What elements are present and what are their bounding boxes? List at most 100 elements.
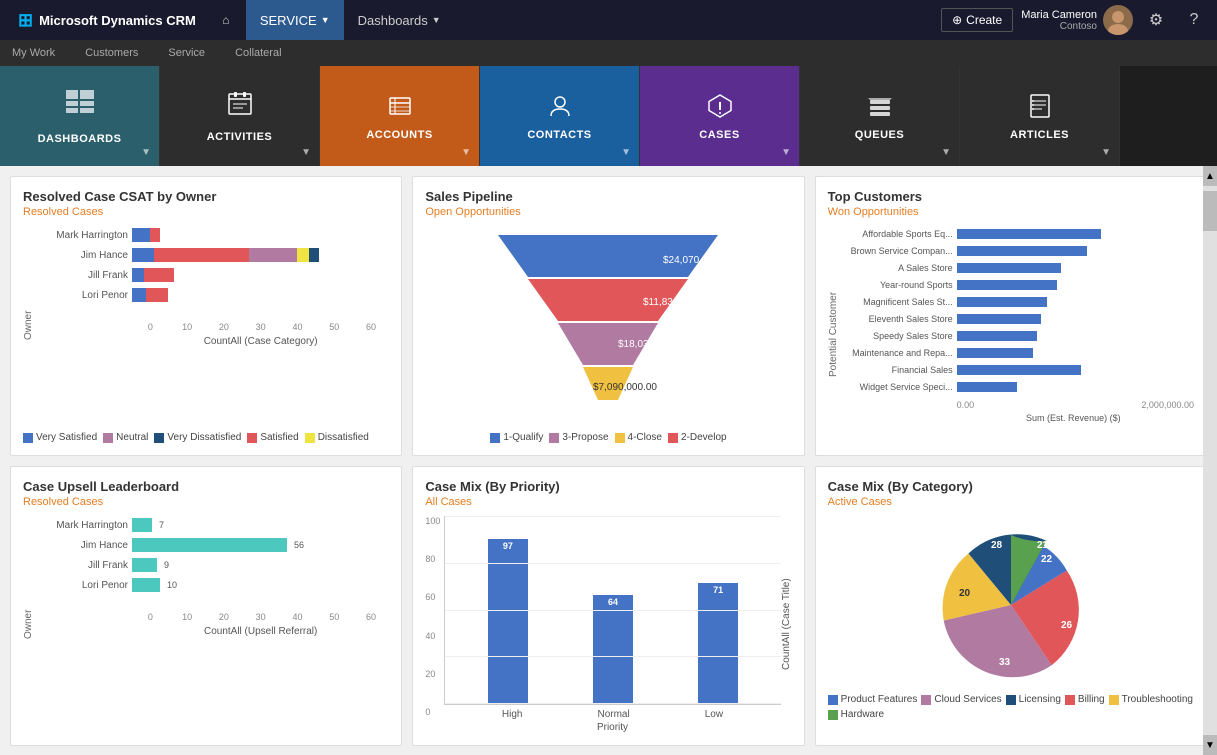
section-collateral: Collateral [235, 47, 281, 59]
service-tab[interactable]: SERVICE ▼ [246, 0, 344, 40]
section-my-work: My Work [12, 47, 55, 59]
tile-queues[interactable]: QUEUES ▼ [800, 66, 960, 166]
tile-contacts[interactable]: CONTACTS ▼ [480, 66, 640, 166]
category-pie: 22 26 33 20 28 [828, 516, 1194, 733]
chart-priority: Case Mix (By Priority) All Cases 100 80 … [412, 466, 804, 746]
bar-high: 97 [465, 539, 550, 704]
topcust-y-axis: Potential Customer [828, 226, 839, 443]
cust-row: Affordable Sports Eq... [843, 226, 1194, 242]
svg-text:21: 21 [1037, 540, 1049, 551]
chart-category: Case Mix (By Category) Active Cases [815, 466, 1207, 746]
topcust-subtitle: Won Opportunities [828, 206, 1194, 218]
articles-dropdown[interactable]: ▼ [1101, 147, 1111, 158]
x-high: High [502, 709, 523, 720]
section-service: Service [168, 47, 205, 59]
csat-x-label: CountAll (Case Category) [132, 336, 389, 347]
tile-activities[interactable]: ACTIVITIES ▼ [160, 66, 320, 166]
nav-right: ⊕ Create Maria Cameron Contoso ⚙ ? [941, 5, 1209, 35]
cases-dropdown[interactable]: ▼ [781, 147, 791, 158]
funnel-subtitle: Open Opportunities [425, 206, 791, 218]
tile-accounts[interactable]: ACCOUNTS ▼ [320, 66, 480, 166]
queues-icon [866, 92, 894, 123]
legend-cloud: Cloud Services [921, 694, 1001, 705]
dashboard-row-2: Case Upsell Leaderboard Resolved Cases O… [10, 466, 1207, 746]
accounts-dropdown[interactable]: ▼ [461, 147, 471, 158]
funnel-body: $24,070,000.00 $11,830,000.00 $18,030,00… [425, 226, 791, 424]
svg-text:20: 20 [959, 588, 971, 599]
svg-text:33: 33 [999, 657, 1011, 668]
x-low: Low [705, 709, 723, 720]
cust-row: Year-round Sports [843, 277, 1194, 293]
bar-jill-blue [132, 268, 144, 282]
bar-jim-red [154, 248, 249, 262]
upsell-bars: Mark Harrington 7 Jim Hance 56 Jill Fran… [38, 516, 389, 733]
priority-body: 100 80 60 40 20 0 [425, 516, 791, 733]
queues-dropdown[interactable]: ▼ [941, 147, 951, 158]
tile-articles[interactable]: ARTICLES ▼ [960, 66, 1120, 166]
chart-csat: Resolved Case CSAT by Owner Resolved Cas… [10, 176, 402, 456]
bar-row-jill: Jill Frank [38, 266, 389, 284]
svg-text:$18,030,000.00: $18,030,000.00 [618, 339, 688, 350]
dashboards-tab[interactable]: Dashboards ▼ [344, 0, 455, 40]
cust-row: Brown Service Compan... [843, 243, 1194, 259]
csat-title: Resolved Case CSAT by Owner [23, 189, 389, 204]
bar-lori-blue [132, 288, 146, 302]
bar-mark-red [150, 228, 160, 242]
cases-icon [706, 92, 734, 123]
user-company: Contoso [1060, 21, 1097, 32]
upsell-lori: Lori Penor 10 [38, 576, 389, 594]
upsell-x-label: CountAll (Upsell Referral) [132, 626, 389, 637]
section-bar: My Work Customers Service Collateral [0, 40, 1217, 66]
csat-subtitle: Resolved Cases [23, 206, 389, 218]
articles-icon [1026, 92, 1054, 123]
scroll-up[interactable]: ▲ [1203, 166, 1217, 186]
cust-row: Financial Sales [843, 362, 1194, 378]
upsell-subtitle: Resolved Cases [23, 496, 389, 508]
create-button[interactable]: ⊕ Create [941, 8, 1013, 32]
create-label: Create [966, 13, 1002, 27]
service-label: SERVICE [260, 13, 317, 28]
bar-label-jill: Jill Frank [38, 270, 128, 281]
scroll-track [1203, 186, 1217, 735]
cases-tile-label: CASES [699, 129, 739, 141]
contacts-dropdown[interactable]: ▼ [621, 147, 631, 158]
legend-licensing: Licensing [1006, 694, 1061, 705]
svg-text:$24,070,000.00: $24,070,000.00 [663, 255, 728, 266]
module-tiles: DASHBOARDS ▼ ACTIVITIES ▼ [0, 66, 1217, 166]
tile-dashboards[interactable]: DASHBOARDS ▼ [0, 66, 160, 166]
topcust-x-label: Sum (Est. Revenue) ($) [953, 413, 1194, 423]
bar-jim-purple [249, 248, 297, 262]
topcust-title: Top Customers [828, 189, 1194, 204]
tile-cases[interactable]: CASES ▼ [640, 66, 800, 166]
cust-row: Speedy Sales Store [843, 328, 1194, 344]
cust-row: Eleventh Sales Store [843, 311, 1194, 327]
upsell-jim: Jim Hance 56 [38, 536, 389, 554]
brand-label: Microsoft Dynamics CRM [39, 13, 196, 28]
bar-mark-blue [132, 228, 150, 242]
service-chevron: ▼ [321, 15, 330, 25]
scrollbar[interactable]: ▲ ▼ [1203, 166, 1217, 755]
brand[interactable]: ⊞ Microsoft Dynamics CRM [8, 10, 206, 31]
legend-very-dissatisfied: Very Dissatisfied [154, 432, 241, 443]
user-info: Maria Cameron Contoso [1021, 5, 1133, 35]
activities-tile-label: ACTIVITIES [207, 131, 273, 143]
contacts-icon [546, 92, 574, 123]
scroll-thumb[interactable] [1203, 191, 1217, 231]
help-button[interactable]: ? [1179, 5, 1209, 35]
category-subtitle: Active Cases [828, 496, 1194, 508]
activities-dropdown[interactable]: ▼ [301, 147, 311, 158]
user-name: Maria Cameron [1021, 9, 1097, 21]
avatar[interactable] [1103, 5, 1133, 35]
dashboards-dropdown[interactable]: ▼ [141, 147, 151, 158]
accounts-icon [386, 92, 414, 123]
bar-label-lori: Lori Penor [38, 290, 128, 301]
cust-row: Widget Service Speci... [843, 379, 1194, 395]
scroll-down[interactable]: ▼ [1203, 735, 1217, 755]
home-button[interactable]: ⌂ [206, 0, 246, 40]
settings-button[interactable]: ⚙ [1141, 5, 1171, 35]
legend-neutral: Neutral [103, 432, 148, 443]
chart-top-customers: Top Customers Won Opportunities Potentia… [815, 176, 1207, 456]
cust-row: A Sales Store [843, 260, 1194, 276]
priority-x-label: Priority [444, 722, 780, 733]
bar-row-lori: Lori Penor [38, 286, 389, 304]
